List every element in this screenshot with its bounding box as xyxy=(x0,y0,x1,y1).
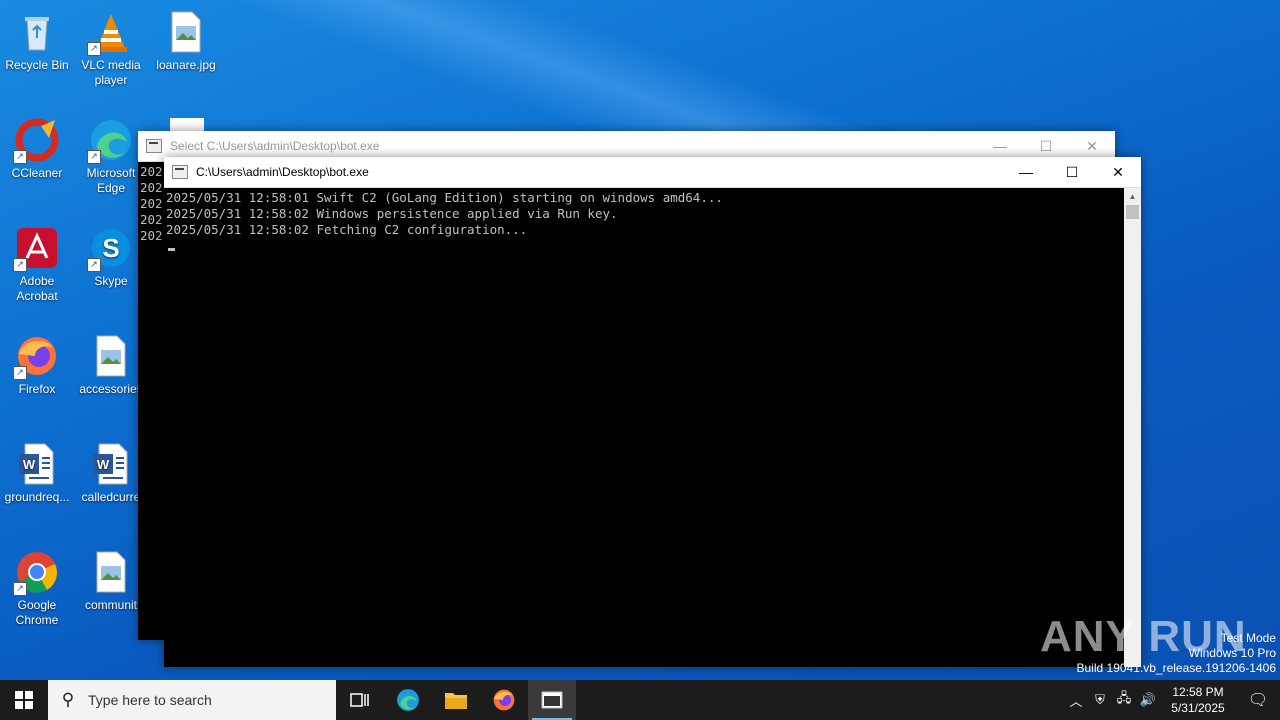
watermark-line: Windows 10 Pro xyxy=(1188,646,1276,660)
desktop-icon-label: calledcurre xyxy=(81,490,141,504)
svg-text:W: W xyxy=(97,457,110,472)
desktop-icon-firefox[interactable]: ↗ Firefox xyxy=(0,328,74,397)
console-output: 2025/05/31 12:58:01 Swift C2 (GoLang Edi… xyxy=(164,188,1141,255)
search-placeholder: Type here to search xyxy=(88,692,212,708)
desktop-icon-label: Recycle Bin xyxy=(5,58,69,72)
desktop-icon-accessories[interactable]: accessories xyxy=(74,328,148,397)
maximize-button[interactable]: ☐ xyxy=(1049,157,1095,187)
edge-icon: ↗ xyxy=(87,118,133,164)
desktop-icon-recycle-bin[interactable]: Recycle Bin xyxy=(0,4,74,73)
window-title: Select C:\Users\admin\Desktop\bot.exe xyxy=(170,139,380,153)
desktop-icon-label: VLC media player xyxy=(81,58,141,87)
desktop-icon-loanare[interactable]: loanare.jpg xyxy=(149,4,223,73)
image-file-icon xyxy=(89,334,133,378)
shortcut-arrow-icon: ↗ xyxy=(13,366,27,380)
start-button[interactable] xyxy=(0,680,48,720)
search-icon: ⚲ xyxy=(61,690,75,709)
skype-icon: S ↗ xyxy=(87,226,133,272)
desktop-icon-label: Microsoft Edge xyxy=(86,166,136,195)
clock-time: 12:58 PM xyxy=(1172,685,1224,699)
desktop-icon-ccleaner[interactable]: ↗ CCleaner xyxy=(0,112,74,181)
acrobat-icon: ↗ xyxy=(13,226,59,272)
watermark-line: Test Mode xyxy=(1220,631,1276,645)
firefox-icon xyxy=(493,689,515,711)
desktop-icon-label: Skype xyxy=(94,274,128,288)
close-button[interactable]: ✕ xyxy=(1095,157,1141,187)
windows-logo-icon xyxy=(15,691,33,709)
minimize-button[interactable]: — xyxy=(1003,157,1049,187)
svg-text:S: S xyxy=(102,233,119,263)
task-view-button[interactable] xyxy=(336,680,384,720)
shortcut-arrow-icon: ↗ xyxy=(87,150,101,164)
desktop-icon-label: Google Chrome xyxy=(15,598,59,627)
taskbar-edge[interactable] xyxy=(384,680,432,720)
volume-icon[interactable]: 🔊 xyxy=(1136,692,1160,708)
network-icon[interactable]: 🖧 xyxy=(1112,689,1136,711)
shortcut-arrow-icon: ↗ xyxy=(13,150,27,164)
taskbar: ⚲ Type here to search ︿ ⛨ 🖧 🔊 12:58 PM 5… xyxy=(0,680,1280,720)
desktop-icon-acrobat[interactable]: ↗ Adobe Acrobat xyxy=(0,220,74,304)
text-cursor xyxy=(168,248,175,251)
desktop-icon-groundreq[interactable]: W groundreq... xyxy=(0,436,74,505)
desktop-icon-label: Firefox xyxy=(18,382,56,396)
console-icon xyxy=(541,691,563,709)
task-view-icon xyxy=(350,693,369,707)
scroll-thumb[interactable] xyxy=(1126,205,1139,219)
desktop-icon-communit[interactable]: communit xyxy=(74,544,148,613)
word-doc-icon: W xyxy=(89,442,133,486)
scroll-up-icon[interactable]: ▲ xyxy=(1124,188,1141,205)
hidden-file-icon xyxy=(170,118,204,132)
desktop-icon-calledcurre[interactable]: W calledcurre xyxy=(74,436,148,505)
svg-text:W: W xyxy=(23,457,36,472)
desktop-icon-chrome[interactable]: ↗ Google Chrome xyxy=(0,544,74,628)
console-icon xyxy=(172,165,188,179)
vertical-scrollbar[interactable]: ▲ xyxy=(1124,188,1141,667)
recycle-bin-icon xyxy=(15,10,59,54)
window-title: C:\Users\admin\Desktop\bot.exe xyxy=(196,165,369,179)
desktop-icon-label: Adobe Acrobat xyxy=(16,274,58,303)
desktop-icon-label: communit xyxy=(84,598,137,612)
edge-icon xyxy=(397,689,419,711)
desktop-icon-edge[interactable]: ↗ Microsoft Edge xyxy=(74,112,148,196)
taskbar-console[interactable] xyxy=(528,680,576,720)
vlc-icon: ↗ xyxy=(87,10,133,56)
ccleaner-icon: ↗ xyxy=(13,118,59,164)
security-icon[interactable]: ⛨ xyxy=(1088,692,1112,708)
system-tray: ︿ ⛨ 🖧 🔊 12:58 PM 5/31/2025 🗨 xyxy=(1064,680,1280,720)
shortcut-arrow-icon: ↗ xyxy=(13,582,27,596)
desktop-icon-label: CCleaner xyxy=(11,166,63,180)
console-line: 2025/05/31 12:58:01 Swift C2 (GoLang Edi… xyxy=(166,190,723,205)
clock-date: 5/31/2025 xyxy=(1171,701,1225,715)
desktop-icon-skype[interactable]: S ↗ Skype xyxy=(74,220,148,289)
taskbar-file-explorer[interactable] xyxy=(432,680,480,720)
chevron-up-icon[interactable]: ︿ xyxy=(1064,691,1088,710)
notification-icon[interactable]: 🗨 xyxy=(1236,690,1280,710)
desktop-icon-vlc[interactable]: ↗ VLC media player xyxy=(74,4,148,88)
taskbar-search-box[interactable]: ⚲ Type here to search xyxy=(48,680,336,720)
firefox-icon: ↗ xyxy=(13,334,59,380)
folder-icon xyxy=(445,693,467,709)
desktop-icon-label: accessories xyxy=(79,382,143,396)
taskbar-clock[interactable]: 12:58 PM 5/31/2025 xyxy=(1160,684,1236,716)
image-file-icon xyxy=(164,10,208,54)
shortcut-arrow-icon: ↗ xyxy=(13,258,27,272)
word-doc-icon: W xyxy=(15,442,59,486)
test-mode-watermark: Test Mode Windows 10 Pro Build 19041.vb_… xyxy=(1077,631,1277,676)
console-window-front[interactable]: C:\Users\admin\Desktop\bot.exe — ☐ ✕ 202… xyxy=(164,157,1141,667)
shortcut-arrow-icon: ↗ xyxy=(87,258,101,272)
desktop-icon-label: groundreq... xyxy=(4,490,70,504)
image-file-icon xyxy=(89,550,133,594)
title-bar[interactable]: C:\Users\admin\Desktop\bot.exe — ☐ ✕ xyxy=(164,157,1141,188)
console-line: 2025/05/31 12:58:02 Fetching C2 configur… xyxy=(166,222,528,237)
chrome-icon: ↗ xyxy=(13,550,59,596)
watermark-line: Build 19041.vb_release.191206-1406 xyxy=(1076,661,1277,675)
desktop-icon-label: loanare.jpg xyxy=(156,58,216,72)
console-line: 2025/05/31 12:58:02 Windows persistence … xyxy=(166,206,618,221)
shortcut-arrow-icon: ↗ xyxy=(87,42,101,56)
console-icon xyxy=(146,139,162,153)
taskbar-firefox[interactable] xyxy=(480,680,528,720)
